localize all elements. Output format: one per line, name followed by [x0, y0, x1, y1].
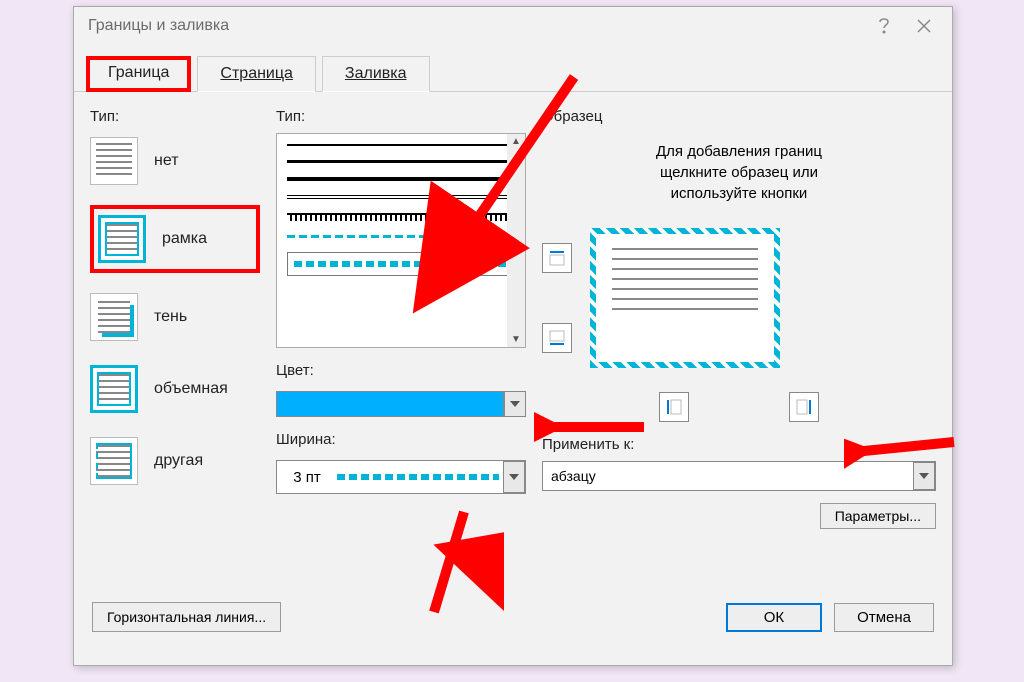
apply-label: Применить к:: [542, 436, 936, 453]
box-icon: [98, 215, 146, 263]
style-scrollbar[interactable]: ▲▼: [507, 134, 525, 347]
tab-page[interactable]: Страница: [197, 56, 316, 92]
tab-border[interactable]: Граница: [86, 56, 191, 92]
apply-value: абзацу: [551, 468, 913, 484]
style-label: Тип:: [276, 108, 526, 125]
apply-dropdown-button[interactable]: [913, 462, 935, 490]
preview-label: Образец: [542, 108, 936, 125]
edge-bottom-button[interactable]: [542, 323, 572, 353]
width-value: 3 пт: [277, 469, 337, 486]
help-button[interactable]: [864, 11, 904, 41]
setting-none[interactable]: нет: [90, 133, 260, 189]
tab-shading[interactable]: Заливка: [322, 56, 430, 92]
threed-icon: [90, 365, 138, 413]
dialog-title: Границы и заливка: [88, 17, 229, 35]
setting-box[interactable]: рамка: [90, 205, 260, 273]
apply-select[interactable]: абзацу: [542, 461, 936, 491]
width-picker[interactable]: 3 пт: [276, 460, 526, 494]
setting-column: Тип: нет рамка тень объемная: [90, 108, 260, 584]
cancel-button[interactable]: Отмена: [834, 603, 934, 632]
width-label: Ширина:: [276, 431, 526, 448]
edge-left-button[interactable]: [659, 392, 689, 422]
shadow-icon: [90, 293, 138, 341]
footer: Горизонтальная линия... ОК Отмена: [74, 592, 952, 646]
preview-box[interactable]: [590, 228, 780, 368]
color-picker[interactable]: [276, 391, 526, 417]
width-dropdown-button[interactable]: [503, 461, 525, 493]
borders-shading-dialog: Границы и заливка Граница Страница Залив…: [73, 6, 953, 666]
color-swatch: [276, 391, 504, 417]
chevron-down-icon: [509, 474, 519, 480]
chevron-down-icon: [510, 401, 520, 407]
none-icon: [90, 137, 138, 185]
custom-icon: [90, 437, 138, 485]
edge-top-button[interactable]: [542, 243, 572, 273]
close-button[interactable]: [904, 11, 944, 41]
chevron-down-icon: [919, 473, 929, 479]
setting-shadow[interactable]: тень: [90, 289, 260, 345]
width-preview-line: [337, 474, 499, 480]
preview-hint: Для добавления границ щелкните образец и…: [542, 141, 936, 204]
horizontal-line-button[interactable]: Горизонтальная линия...: [92, 602, 281, 632]
setting-3d[interactable]: объемная: [90, 361, 260, 417]
color-dropdown-button[interactable]: [504, 391, 526, 417]
preview-column: Образец Для добавления границ щелкните о…: [542, 108, 936, 584]
titlebar: Границы и заливка: [74, 7, 952, 45]
color-label: Цвет:: [276, 362, 526, 379]
style-listbox[interactable]: ▲▼: [276, 133, 526, 348]
setting-custom[interactable]: другая: [90, 433, 260, 489]
tab-row: Граница Страница Заливка: [74, 45, 952, 92]
style-column: Тип: ▲▼ Цвет: Ширина: 3 пт: [276, 108, 526, 584]
ok-button[interactable]: ОК: [726, 603, 822, 632]
setting-label: Тип:: [90, 108, 260, 125]
edge-right-button[interactable]: [789, 392, 819, 422]
options-button[interactable]: Параметры...: [820, 503, 936, 529]
